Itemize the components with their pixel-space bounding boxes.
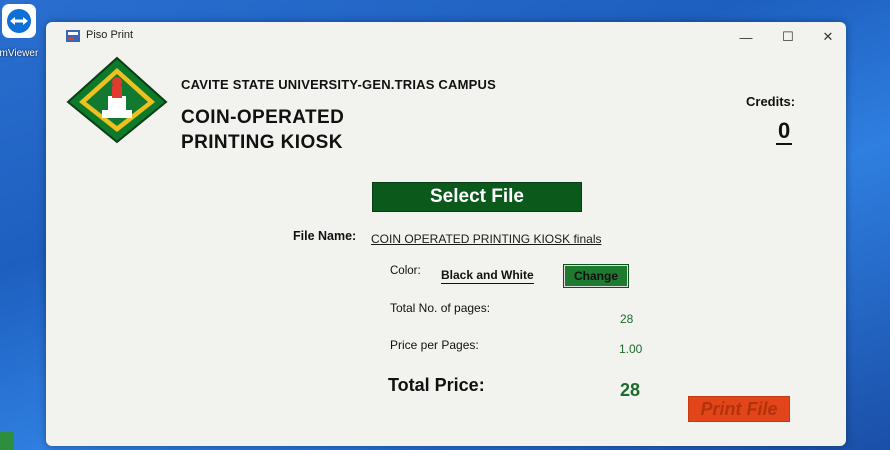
kiosk-title: COIN-OPERATED PRINTING KIOSK — [181, 105, 344, 155]
window-title: Piso Print — [86, 29, 134, 41]
credits-label: Credits: — [746, 94, 796, 109]
kiosk-title-line1: COIN-OPERATED — [181, 107, 345, 128]
total-pages-value: 28 — [620, 312, 634, 326]
teamviewer-icon — [2, 4, 36, 38]
title-bar[interactable]: Piso Print — ☐ ✕ — [46, 22, 846, 52]
price-per-page-label: Price per Pages: — [390, 338, 479, 352]
university-name: CAVITE STATE UNIVERSITY-GEN.TRIAS CAMPUS — [181, 77, 496, 92]
color-label: Color: — [390, 265, 421, 277]
teamviewer-desktop-shortcut[interactable]: amViewer — [0, 4, 42, 62]
file-name-label: File Name: — [293, 229, 357, 243]
kiosk-title-line2: PRINTING KIOSK — [181, 132, 343, 153]
university-logo — [62, 52, 172, 148]
color-mode-value: Black and White — [441, 268, 534, 284]
change-color-button[interactable]: Change — [564, 265, 628, 287]
total-price-value: 28 — [620, 380, 641, 400]
price-per-page-value: 1.00 — [619, 342, 643, 356]
desktop-icon-partial[interactable] — [0, 432, 14, 450]
minimize-button[interactable]: — — [736, 28, 756, 46]
select-file-button[interactable]: Select File — [372, 182, 582, 212]
close-button[interactable]: ✕ — [818, 28, 838, 46]
piso-print-window: Piso Print — ☐ ✕ CAVITE STATE UNIVERSITY… — [46, 22, 846, 446]
credits-value: 0 — [776, 118, 793, 145]
total-pages-label: Total No. of pages: — [390, 301, 491, 315]
print-file-button[interactable]: Print File — [688, 396, 790, 422]
app-icon — [66, 29, 80, 42]
shortcut-label: amViewer — [0, 48, 39, 59]
total-price-label: Total Price: — [388, 375, 485, 395]
maximize-button[interactable]: ☐ — [778, 28, 798, 46]
file-name-value: COIN OPERATED PRINTING KIOSK finals — [371, 232, 602, 246]
